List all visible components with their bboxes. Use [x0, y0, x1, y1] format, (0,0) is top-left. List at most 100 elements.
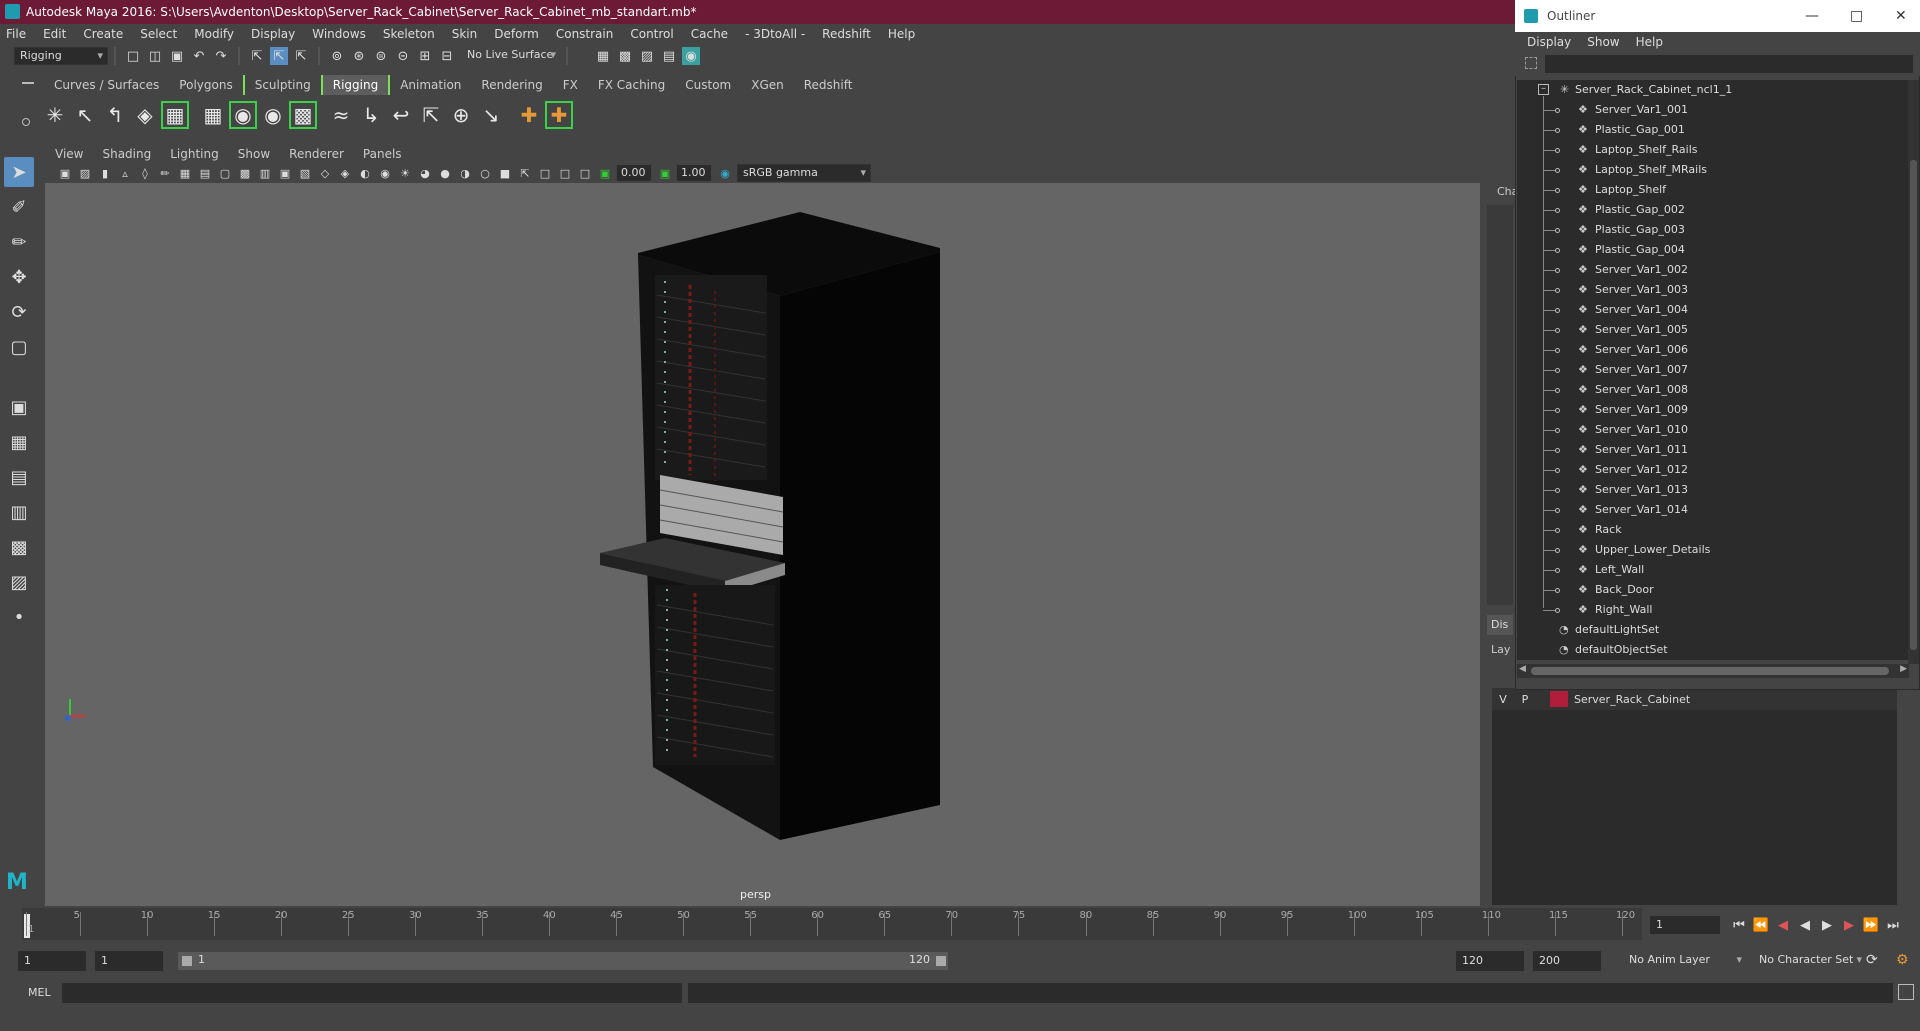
expand-dot-icon[interactable]: [1555, 168, 1560, 173]
tree-item[interactable]: ❖ Back_Door: [1517, 580, 1907, 600]
snap-view-icon[interactable]: ⊝: [394, 47, 412, 65]
tree-root-row[interactable]: – ✳ Server_Rack_Cabinet_ncl1_1: [1517, 80, 1907, 100]
menu-skeleton[interactable]: Skeleton: [383, 27, 435, 41]
tab-custom[interactable]: Custom: [675, 75, 741, 95]
layer-playback-toggle[interactable]: P: [1514, 693, 1536, 706]
animation-preferences-icon[interactable]: ⚙: [1896, 952, 1909, 968]
gamma-field[interactable]: 1.00: [677, 165, 711, 181]
layout-menu-icon[interactable]: •: [4, 602, 34, 632]
hypershade-layout-icon[interactable]: ▩: [4, 532, 34, 562]
tab-curves-surfaces[interactable]: Curves / Surfaces: [44, 75, 169, 95]
hypershade-icon[interactable]: ◉: [682, 47, 700, 65]
expand-dot-icon[interactable]: [1555, 148, 1560, 153]
xray-icon[interactable]: □: [537, 165, 553, 181]
open-scene-icon[interactable]: ◫: [146, 47, 164, 65]
anim-layer-dropdown[interactable]: No Anim Layer: [1624, 952, 1746, 970]
lasso-tool-icon[interactable]: ✐: [4, 192, 34, 222]
vp-menu-show[interactable]: Show: [238, 147, 270, 161]
persp-graph-layout-icon[interactable]: ▥: [4, 497, 34, 527]
locator-icon[interactable]: ✚: [514, 100, 544, 130]
tree-item[interactable]: ❖ Server_Var1_014: [1517, 500, 1907, 520]
expand-dot-icon[interactable]: [1555, 508, 1560, 513]
minimize-icon[interactable]: —: [1805, 0, 1819, 32]
menu-3dtoall[interactable]: - 3DtoAll -: [745, 27, 805, 41]
textured-icon[interactable]: ◉: [377, 165, 393, 181]
animation-start-field[interactable]: 1: [18, 951, 86, 971]
go-to-end-icon[interactable]: ⏭: [1882, 918, 1904, 933]
expand-dot-icon[interactable]: [1555, 248, 1560, 253]
joint-tool-icon[interactable]: ✳: [40, 100, 70, 130]
menu-skin[interactable]: Skin: [452, 27, 478, 41]
cluster-icon[interactable]: ▩: [288, 100, 318, 130]
tree-item[interactable]: ❖ Server_Var1_005: [1517, 320, 1907, 340]
save-scene-icon[interactable]: ▣: [168, 47, 186, 65]
menu-windows[interactable]: Windows: [312, 27, 366, 41]
expand-dot-icon[interactable]: [1555, 548, 1560, 553]
tree-item[interactable]: ❖ Server_Var1_006: [1517, 340, 1907, 360]
rotate-tool-icon[interactable]: ⟳: [4, 297, 34, 327]
grid-icon[interactable]: ▦: [177, 165, 193, 181]
viewport-persp[interactable]: [45, 145, 1480, 906]
filter-icon[interactable]: [1525, 57, 1537, 69]
field-chart-icon[interactable]: ▥: [257, 165, 273, 181]
wireframe-on-shaded-icon[interactable]: ◐: [357, 165, 373, 181]
tab-polygons[interactable]: Polygons: [169, 75, 242, 95]
outliner-search-input[interactable]: [1545, 55, 1913, 73]
step-forward-frame-icon[interactable]: ▶: [1838, 918, 1860, 933]
menu-help[interactable]: Help: [888, 27, 915, 41]
tree-item[interactable]: ❖ Server_Var1_009: [1517, 400, 1907, 420]
smooth-shade-icon[interactable]: ◈: [337, 165, 353, 181]
tree-item[interactable]: ❖ Laptop_Shelf_Rails: [1517, 140, 1907, 160]
expand-dot-icon[interactable]: [1555, 588, 1560, 593]
menu-display[interactable]: Display: [251, 27, 295, 41]
expand-dot-icon[interactable]: [1555, 128, 1560, 133]
outliner-menu-help[interactable]: Help: [1636, 35, 1663, 49]
expand-dot-icon[interactable]: [1555, 388, 1560, 393]
use-all-lights-icon[interactable]: ☀: [397, 165, 413, 181]
expand-dot-icon[interactable]: [1555, 288, 1560, 293]
command-language-label[interactable]: MEL: [28, 986, 51, 999]
tree-item[interactable]: ❖ Rack: [1517, 520, 1907, 540]
go-to-start-icon[interactable]: ⏮: [1728, 918, 1750, 933]
insert-joint-icon[interactable]: ◈: [130, 100, 160, 130]
render-view-icon[interactable]: ▤: [660, 47, 678, 65]
expand-dot-icon[interactable]: [1555, 528, 1560, 533]
scroll-left-icon[interactable]: ◀: [1519, 664, 1526, 674]
scroll-right-icon[interactable]: ▶: [1900, 664, 1907, 674]
shadows-icon[interactable]: ◕: [417, 165, 433, 181]
depth-of-field-icon[interactable]: ■: [497, 165, 513, 181]
tree-item[interactable]: ❖ Server_Var1_011: [1517, 440, 1907, 460]
camera-attributes-icon[interactable]: ▨: [77, 165, 93, 181]
expand-dot-icon[interactable]: [1555, 268, 1560, 273]
script-editor-icon[interactable]: [1898, 984, 1914, 1000]
motion-blur-icon[interactable]: ◑: [457, 165, 473, 181]
ipr-render-icon[interactable]: ▨: [638, 47, 656, 65]
tree-item[interactable]: ❖ Server_Var1_008: [1517, 380, 1907, 400]
step-back-key-icon[interactable]: ⏪: [1750, 918, 1772, 933]
render-frame-icon[interactable]: ▩: [616, 47, 634, 65]
vp-menu-lighting[interactable]: Lighting: [170, 147, 219, 161]
menu-set-dropdown[interactable]: Rigging: [14, 47, 108, 65]
outliner-menu-display[interactable]: Display: [1527, 35, 1571, 49]
persp-uv-layout-icon[interactable]: ▨: [4, 567, 34, 597]
screen-space-ao-icon[interactable]: ●: [437, 165, 453, 181]
scale-tool-icon[interactable]: ▢: [4, 332, 34, 362]
vp-menu-panels[interactable]: Panels: [363, 147, 402, 161]
expand-dot-icon[interactable]: [1555, 608, 1560, 613]
expand-dot-icon[interactable]: [1555, 568, 1560, 573]
ik-spline-icon[interactable]: ↰: [100, 100, 130, 130]
expand-dot-icon[interactable]: [1555, 208, 1560, 213]
tree-item[interactable]: ❖ Server_Var1_002: [1517, 260, 1907, 280]
layer-name[interactable]: Server_Rack_Cabinet: [1574, 693, 1690, 706]
expand-dot-icon[interactable]: [1555, 308, 1560, 313]
tree-item[interactable]: ❖ Left_Wall: [1517, 560, 1907, 580]
select-hierarchy-icon[interactable]: ⇱: [248, 47, 266, 65]
snap-grid-icon[interactable]: ⊚: [328, 47, 346, 65]
menu-control[interactable]: Control: [630, 27, 673, 41]
current-frame-field[interactable]: 1: [1650, 916, 1720, 934]
wireframe-icon[interactable]: ◇: [317, 165, 333, 181]
animation-end-field[interactable]: 200: [1533, 951, 1601, 971]
camera-select-icon[interactable]: ▣: [57, 165, 73, 181]
snap-surface-icon[interactable]: ⊞: [416, 47, 434, 65]
four-view-layout-icon[interactable]: ▦: [4, 427, 34, 457]
